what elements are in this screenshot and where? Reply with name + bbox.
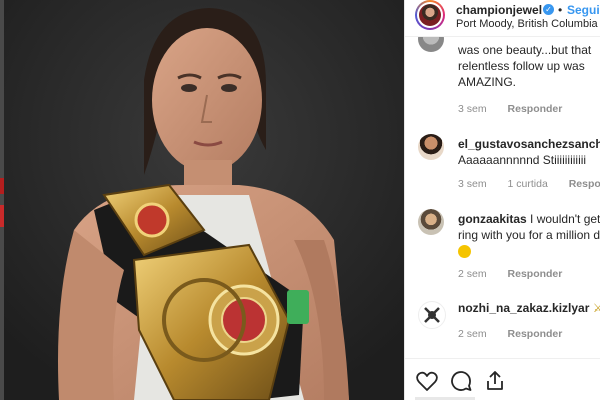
verified-badge-icon: ✓: [543, 4, 554, 15]
post-actions-bar: [405, 358, 600, 400]
separator-dot: •: [558, 3, 563, 17]
comment-meta: 3 sem 1 curtida Responder: [458, 178, 600, 190]
comment-meta: 2 sem Responder: [458, 328, 563, 340]
comment-avatar[interactable]: [418, 209, 444, 235]
profile-avatar[interactable]: [415, 0, 445, 30]
comments-list[interactable]: was one beauty...but that relentless fol…: [405, 36, 600, 358]
comment-text: nozhi_na_zakaz.kizlyar ⚔⚔: [458, 300, 600, 316]
comment-avatar[interactable]: [418, 36, 444, 52]
reply-button[interactable]: Responder: [508, 103, 563, 115]
comment-text: el_gustavosanchezsanchez Aaaaaannnnnd St…: [458, 136, 600, 168]
fighter-with-belt-photo: [4, 0, 404, 400]
crossed-swords-emoji-icon: ⚔⚔: [593, 300, 600, 316]
comment-avatar[interactable]: [418, 301, 446, 329]
reply-button[interactable]: Responder: [569, 178, 600, 190]
crossed-swords-logo-icon: [424, 307, 440, 323]
header-username[interactable]: championjewel: [456, 3, 542, 17]
post-header: championjewel ✓ • Seguir Port Moody, Bri…: [405, 0, 600, 37]
instagram-post-view: championjewel ✓ • Seguir Port Moody, Bri…: [0, 0, 600, 400]
share-icon[interactable]: [483, 369, 507, 393]
laughing-emoji-icon: [458, 245, 471, 259]
comment-icon[interactable]: [449, 369, 473, 393]
heart-icon[interactable]: [415, 369, 439, 393]
comment-username[interactable]: el_gustavosanchezsanchez: [458, 137, 600, 151]
comment-like-count[interactable]: 1 curtida: [508, 178, 548, 190]
post-location[interactable]: Port Moody, British Columbia: [456, 18, 598, 30]
comment-text: was one beauty...but that relentless fol…: [458, 43, 592, 89]
post-side-panel: championjewel ✓ • Seguir Port Moody, Bri…: [404, 0, 600, 400]
comment-text: gonzaakitas I wouldn't get in the ring w…: [458, 211, 600, 259]
reply-button[interactable]: Responder: [508, 268, 563, 280]
reply-button[interactable]: Responder: [508, 328, 563, 340]
comment-avatar[interactable]: [418, 134, 444, 160]
comment-username[interactable]: nozhi_na_zakaz.kizlyar: [458, 301, 589, 315]
post-image[interactable]: [4, 0, 404, 400]
comment-username[interactable]: gonzaakitas: [458, 212, 527, 226]
comment-meta: 3 sem Responder: [458, 103, 563, 115]
follow-button[interactable]: Seguir: [567, 3, 600, 17]
comment-meta: 2 sem Responder: [458, 268, 563, 280]
